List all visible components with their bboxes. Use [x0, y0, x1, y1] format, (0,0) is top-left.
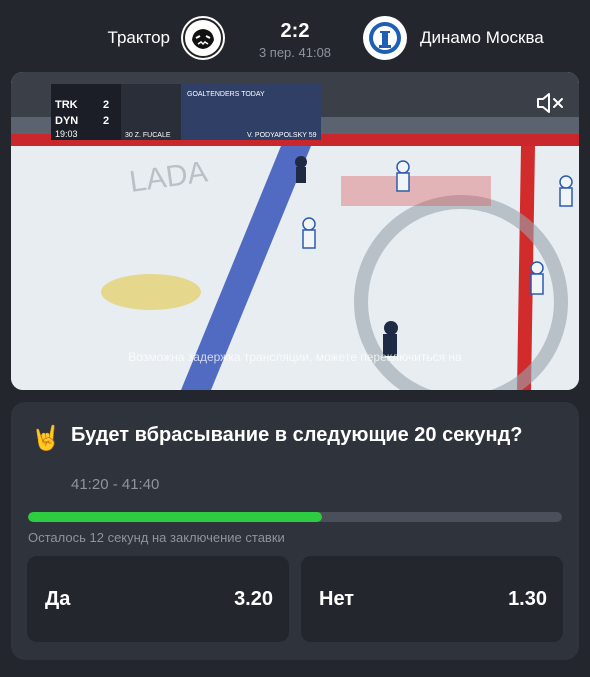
sb-clock: 19:03	[55, 129, 78, 139]
rock-hand-icon: 🤘	[31, 425, 61, 452]
stream-delay-notice: Возможна задержка трансляции, можете пер…	[128, 350, 462, 364]
bet-question: Будет вбрасывание в следующие 20 секунд?	[71, 424, 523, 446]
bet-option-label: Да	[45, 588, 71, 610]
sb-panel-title: GOALTENDERS TODAY	[187, 91, 265, 98]
bet-card: 🤘 Будет вбрасывание в следующие 20 секун…	[11, 402, 579, 660]
bet-option-label: Нет	[319, 588, 355, 610]
tv-scoreboard: TRK DYN 2 2 19:03 30 Z. FUCALE GOALTENDE…	[51, 84, 351, 140]
bet-progress-bar	[28, 512, 562, 522]
sb-goalie2: V. PODYAPOLSKY 59	[247, 132, 317, 139]
sb-team1: TRK	[55, 99, 78, 111]
speaker-muted-icon[interactable]	[535, 90, 565, 116]
bet-time-window: 41:20 - 41:40	[71, 476, 160, 493]
sb-goalie1: 30 Z. FUCALE	[125, 132, 171, 139]
bet-option-odds: 3.20	[234, 588, 273, 610]
bet-option-no-button[interactable]: Нет 1.30	[301, 556, 563, 642]
bet-option-yes-button[interactable]: Да 3.20	[27, 556, 289, 642]
video-player[interactable]: LADA TRK DYN 2 2 19:03 30 Z. FUCALE GOAL…	[11, 72, 579, 390]
bet-progress-fill	[28, 512, 322, 522]
away-team-name: Динамо Москва	[420, 28, 544, 47]
sb-team2-score: 2	[103, 115, 109, 127]
away-team-logo-icon	[363, 16, 407, 60]
match-header: Трактор 2:2 3 пер. 41:08 Динамо Москва	[0, 0, 590, 75]
bet-time-left: Осталось 12 секунд на заключение ставки	[28, 530, 285, 545]
bet-option-odds: 1.30	[508, 588, 547, 610]
sb-team2: DYN	[55, 115, 78, 127]
sb-team1-score: 2	[103, 99, 109, 111]
